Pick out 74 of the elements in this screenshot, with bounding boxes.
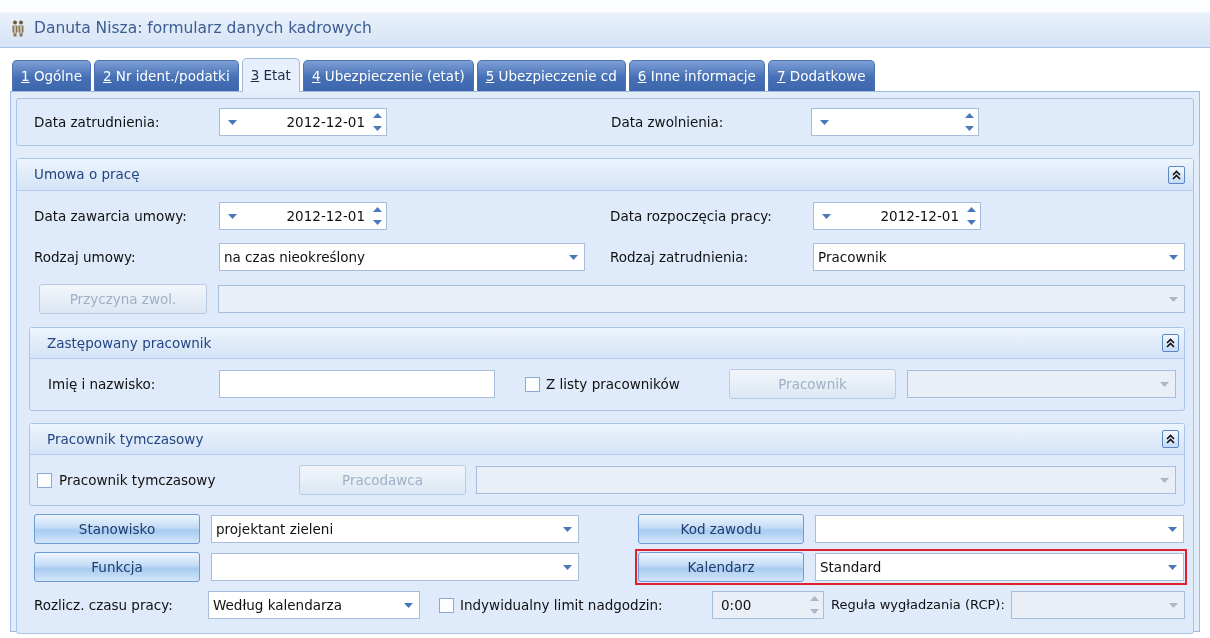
section-title: Pracownik tymczasowy — [47, 429, 204, 449]
spinner-icon — [373, 206, 382, 226]
section-title: Zastępowany pracownik — [47, 333, 212, 353]
double-chevron-icon — [1166, 338, 1175, 348]
tab[interactable]: 6 Inne informacje — [628, 60, 765, 91]
date-field[interactable]: 2012-12-01 — [813, 202, 981, 230]
input-field[interactable] — [219, 370, 495, 398]
caret-icon — [1169, 296, 1178, 302]
dropdown[interactable] — [211, 553, 579, 581]
caret-icon — [820, 119, 829, 125]
date-field[interactable]: 2012-12-01 — [219, 108, 387, 136]
date-field[interactable]: 2012-12-01 — [219, 202, 387, 230]
tab[interactable]: 2 Nr ident./podatki — [93, 60, 239, 91]
field-label: Rodzaj umowy: — [34, 247, 137, 267]
tab[interactable]: 4 Ubezpieczenie (etat) — [302, 60, 474, 91]
caret-icon — [1168, 564, 1177, 570]
double-chevron-icon — [1172, 169, 1181, 180]
people-icon — [12, 20, 24, 37]
caret-icon — [569, 254, 578, 260]
field-label: Reguła wygładzania (RCP): — [831, 596, 1005, 615]
tab[interactable]: 3 Etat — [241, 58, 300, 92]
caret-icon — [228, 119, 237, 125]
spinner-icon — [373, 112, 382, 132]
dropdown[interactable]: na czas nieokreślony — [219, 243, 585, 271]
field-label: Indywidualny limit nadgodzin: — [460, 595, 663, 615]
checkbox[interactable] — [37, 472, 52, 488]
spinner-icon — [967, 206, 976, 226]
checkbox[interactable] — [525, 376, 540, 392]
field-label: Rodzaj zatrudnienia: — [610, 247, 750, 267]
field-label: Data zatrudnienia: — [34, 112, 161, 132]
picker-button[interactable]: Kod zawodu — [638, 514, 804, 544]
caret-icon — [563, 526, 572, 532]
spinner-icon — [965, 112, 974, 132]
dropdown[interactable]: Standard — [815, 553, 1184, 581]
caret-icon — [1169, 602, 1178, 608]
section-title: Umowa o pracę — [34, 165, 140, 185]
collapse-button[interactable] — [1162, 334, 1179, 352]
tab[interactable]: 7 Dodatkowe — [767, 60, 875, 91]
window-title: Danuta Nisza: formularz danych kadrowych — [34, 17, 372, 39]
checkbox-label: Z listy pracowników — [546, 374, 680, 394]
dropdown[interactable] — [218, 285, 1185, 313]
field-label: Rozlicz. czasu pracy: — [34, 595, 174, 615]
caret-icon — [1169, 254, 1178, 260]
dropdown[interactable] — [907, 370, 1176, 398]
caret-icon — [1160, 381, 1169, 387]
dropdown[interactable] — [476, 466, 1176, 494]
collapse-button[interactable] — [1168, 165, 1185, 184]
tab[interactable]: 5 Ubezpieczenie cd — [476, 60, 626, 91]
picker-button[interactable]: Kalendarz — [638, 552, 804, 582]
checkbox-label: Pracownik tymczasowy — [59, 470, 216, 490]
caret-icon — [563, 564, 572, 570]
dropdown[interactable] — [1010, 591, 1185, 619]
field-label: Data rozpoczęcia pracy: — [610, 206, 773, 226]
field-label: Imię i nazwisko: — [48, 374, 157, 394]
collapse-button[interactable] — [1162, 430, 1179, 448]
caret-icon — [228, 213, 237, 219]
picker-button[interactable]: Stanowisko — [34, 514, 200, 544]
field-label: Data zwolnienia: — [611, 112, 725, 132]
dropdown[interactable]: Według kalendarza — [208, 591, 420, 619]
checkbox[interactable] — [439, 597, 454, 613]
caret-icon — [404, 602, 413, 608]
spinner-icon — [810, 595, 819, 615]
date-field[interactable] — [811, 108, 979, 136]
dropdown[interactable]: projektant zieleni — [211, 515, 579, 543]
time-field[interactable]: 0:00 — [712, 591, 824, 619]
tab[interactable]: 1 Ogólne — [12, 60, 91, 91]
caret-icon — [1160, 477, 1169, 483]
dropdown[interactable] — [815, 515, 1184, 543]
double-chevron-icon — [1166, 434, 1175, 444]
picker-button[interactable]: Funkcja — [34, 552, 200, 582]
field-label: Data zawarcia umowy: — [34, 206, 188, 226]
caret-icon — [1168, 526, 1177, 532]
caret-icon — [822, 213, 831, 219]
dropdown[interactable]: Pracownik — [813, 243, 1185, 271]
